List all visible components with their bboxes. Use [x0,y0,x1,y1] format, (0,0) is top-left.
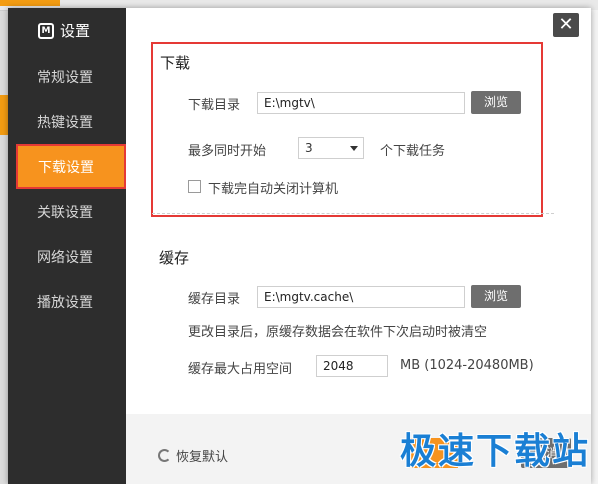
restore-defaults-button[interactable]: 恢复默认 [158,446,228,465]
sidebar-item-association[interactable]: 关联设置 [8,191,126,236]
download-section-title: 下载 [160,54,191,72]
cache-dir-label: 缓存目录 [188,292,241,307]
cache-max-input[interactable] [316,355,388,377]
download-dir-input[interactable] [257,92,465,114]
sidebar-brand: M 设置 [38,20,90,41]
section-divider [152,213,554,214]
max-downloads-select[interactable]: 3 [298,137,364,159]
max-downloads-label: 最多同时开始 [188,144,267,159]
watermark-logo: 极速下载站 [400,431,591,472]
max-downloads-suffix: 个下载任务 [380,144,446,159]
settings-dialog: M 设置 常规设置 热键设置 下载设置 关联设置 网络设置 播放设置 ✕ 下载 … [8,8,591,484]
shutdown-label[interactable]: 下载完自动关闭计算机 [208,178,338,197]
mgtv-logo-icon: M [38,22,54,39]
cache-hint-text: 更改目录后，原缓存数据会在软件下次启动时被清空 [188,325,488,340]
max-downloads-value: 3 [305,141,313,155]
close-button[interactable]: ✕ [553,13,579,37]
sidebar-item-network[interactable]: 网络设置 [8,236,126,281]
sidebar-item-general[interactable]: 常规设置 [8,56,126,101]
cache-section-title: 缓存 [159,249,190,267]
sidebar-item-download[interactable]: 下载设置 [16,144,126,189]
sidebar-title: 设置 [60,22,91,40]
cache-max-unit: MB (1024-20480MB) [400,358,534,373]
shutdown-checkbox[interactable] [188,180,201,193]
sidebar-item-hotkeys[interactable]: 热键设置 [8,101,126,146]
cache-max-label: 缓存最大占用空间 [188,362,293,377]
download-dir-label: 下载目录 [188,98,241,113]
restore-defaults-label: 恢复默认 [176,450,229,465]
settings-content: ✕ 下载 下载目录 浏览 最多同时开始 3 个下载任务 下载完自动关闭计算机 缓… [126,8,591,484]
refresh-icon [158,449,171,462]
download-browse-button[interactable]: 浏览 [471,91,521,114]
close-icon: ✕ [558,14,574,35]
settings-sidebar: M 设置 常规设置 热键设置 下载设置 关联设置 网络设置 播放设置 [8,8,126,484]
chevron-down-icon [350,146,358,151]
sidebar-item-playback[interactable]: 播放设置 [8,281,126,326]
cache-dir-input[interactable] [257,286,465,308]
cache-browse-button[interactable]: 浏览 [471,285,521,308]
background-app-accent [0,95,8,135]
